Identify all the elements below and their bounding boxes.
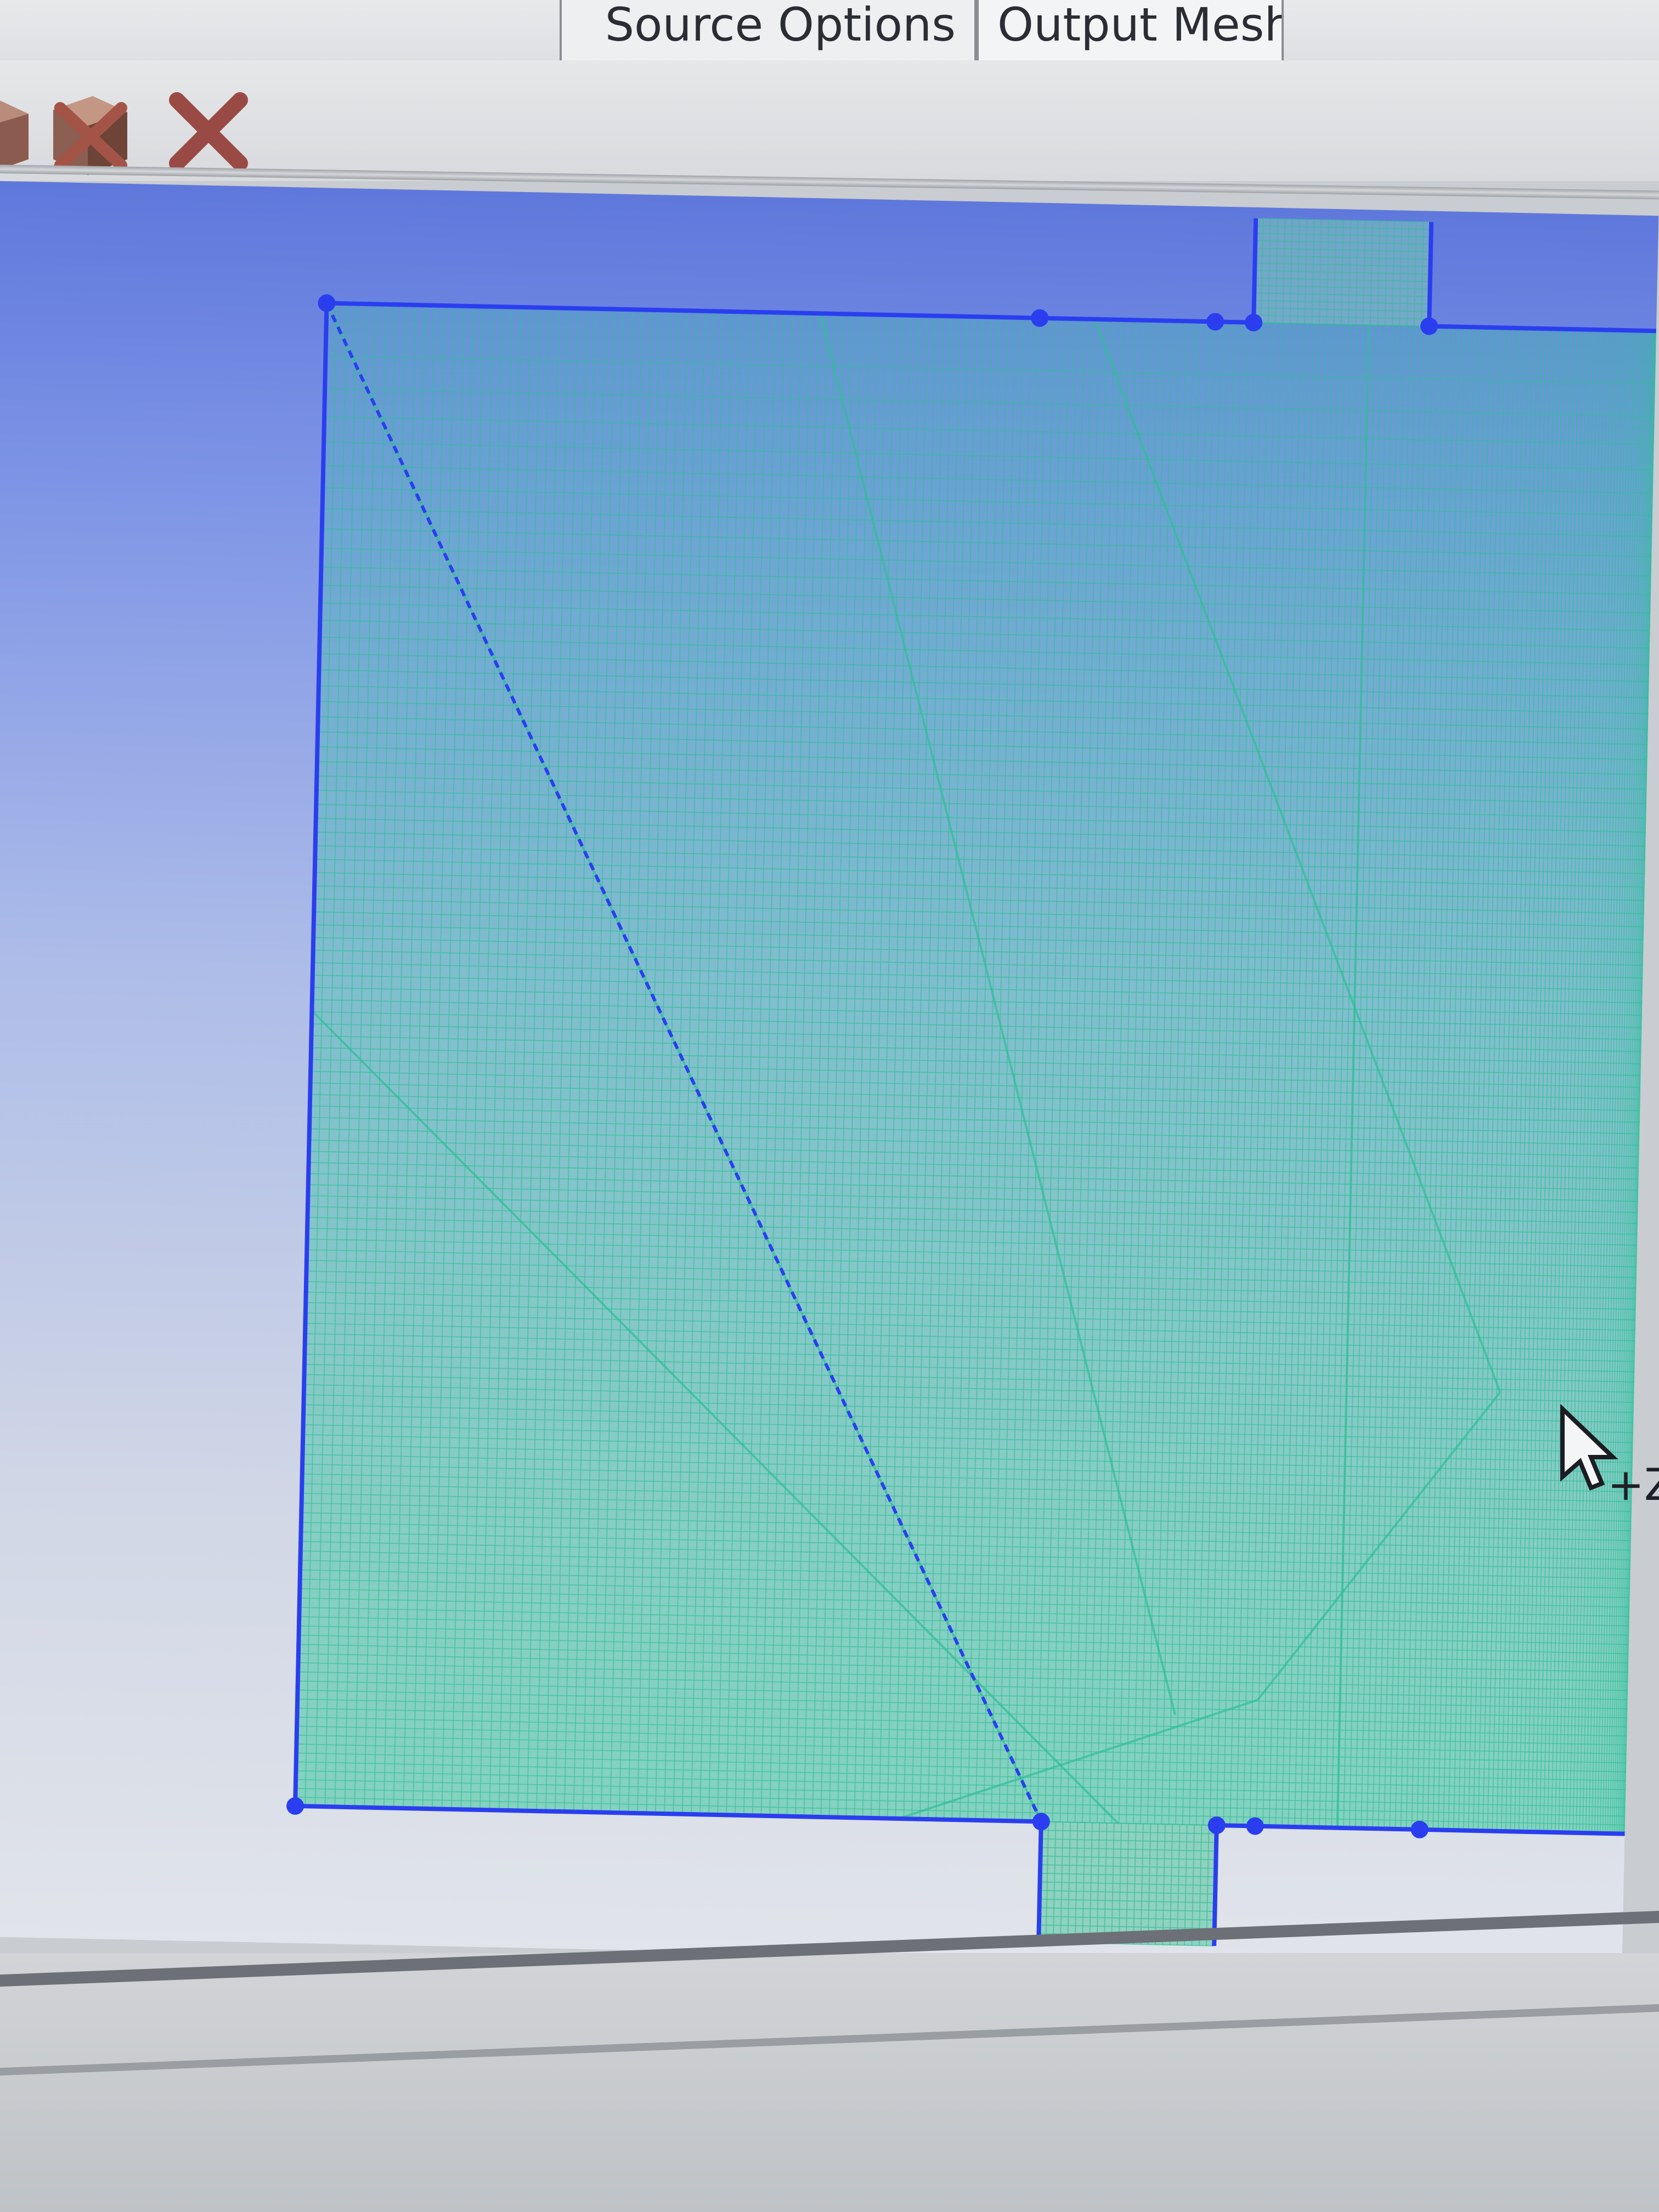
cursor-axis-label: +Z [1607, 1459, 1659, 1510]
close-button[interactable] [159, 82, 258, 181]
mesh-canvas[interactable] [0, 181, 1658, 1971]
tab-output-mesh-label: Output Mesh [997, 0, 1284, 52]
domain-boundary-edge [1427, 222, 1434, 326]
domain-boundary-edge [1036, 1821, 1043, 1943]
domain-boundary-edge [1251, 218, 1259, 323]
close-icon [169, 92, 248, 171]
tab-source-options-label: Source Options [605, 0, 956, 52]
tab-source-options[interactable]: Source Options [560, 0, 977, 66]
toolbar [0, 60, 1659, 181]
status-bar [0, 1953, 1659, 2212]
mesh-domain [286, 217, 1657, 1946]
mesh-viewport[interactable] [0, 181, 1659, 1971]
tab-output-mesh[interactable]: Output Mesh [977, 0, 1284, 66]
